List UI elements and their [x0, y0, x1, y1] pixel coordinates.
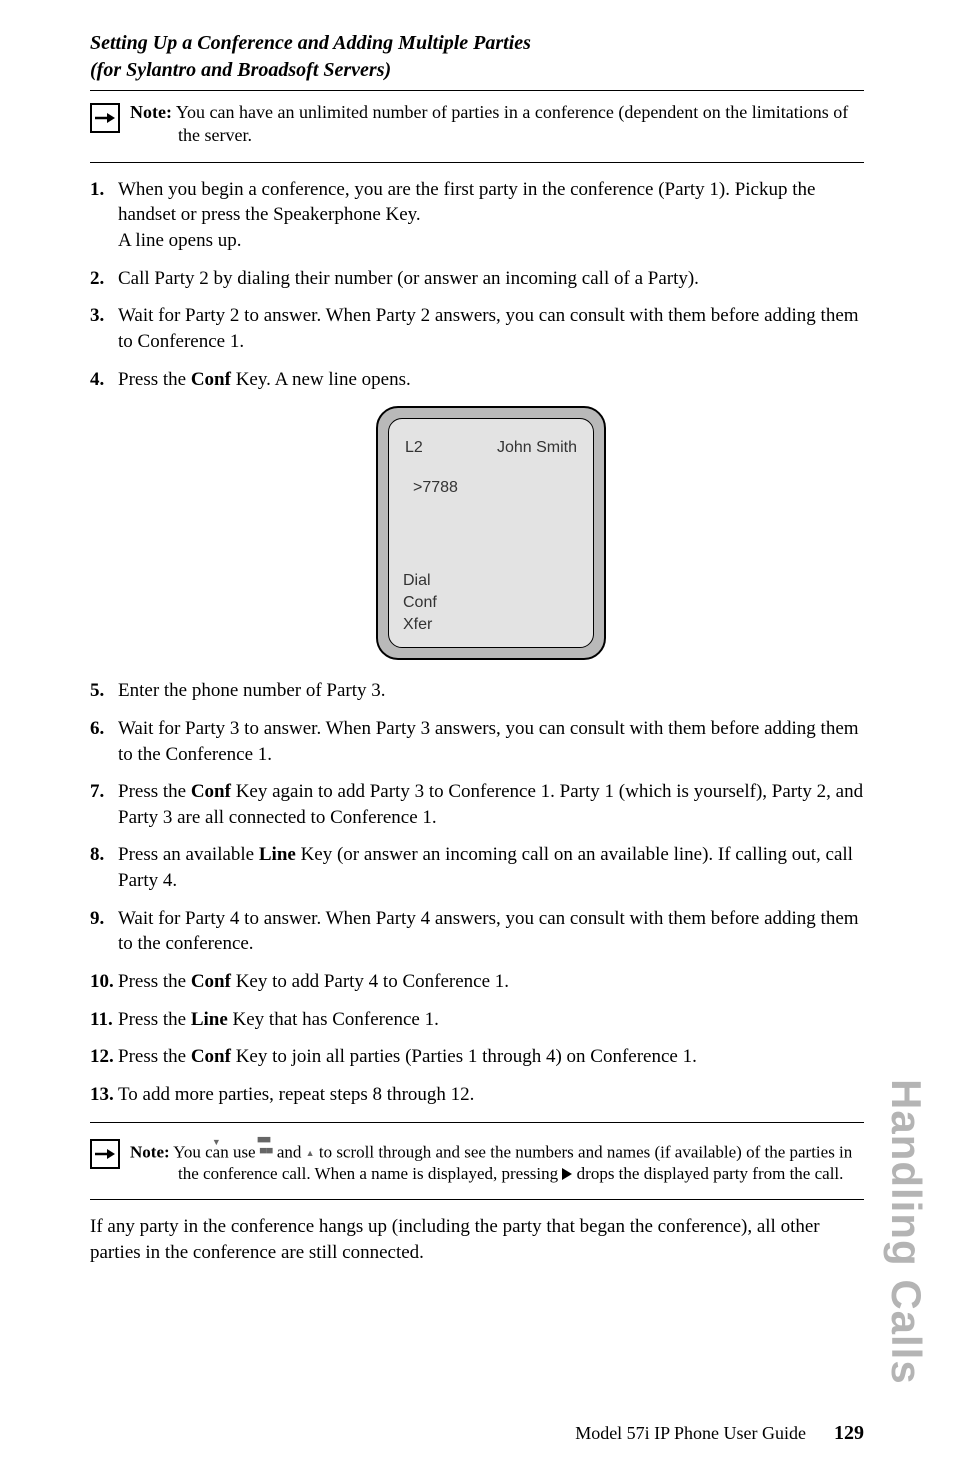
page-footer: Model 57i IP Phone User Guide 129 [575, 1422, 864, 1445]
phone-softkey-xfer: Xfer [403, 614, 437, 636]
phone-outer: L2 John Smith >7788 Dial Conf Xfer [376, 406, 606, 660]
instruction-list: When you begin a conference, you are the… [90, 177, 864, 1108]
phone-line-label: L2 [405, 437, 423, 459]
step-text: Enter the phone number of Party 3. [118, 680, 386, 701]
heading-line-1: Setting Up a Conference and Adding Multi… [90, 32, 531, 54]
step-10: Press the Conf Key to add Party 4 to Con… [90, 969, 864, 995]
phone-dialed: >7788 [403, 477, 579, 499]
step-13: To add more parties, repeat steps 8 thro… [90, 1082, 864, 1108]
step-text-extra: A line opens up. [118, 230, 242, 251]
note-text: Note: You can have an unlimited number o… [140, 101, 864, 148]
step-text-b: Key that has Conference 1. [228, 1009, 439, 1030]
step-key: Conf [191, 1046, 231, 1067]
step-text-b: Key. A new line opens. [231, 369, 411, 390]
step-key: Conf [191, 781, 231, 802]
phone-softkey-conf: Conf [403, 592, 437, 614]
step-6: Wait for Party 3 to answer. When Party 3… [90, 716, 864, 767]
note-label: Note: [130, 1142, 170, 1161]
note-text: Note: You can use ▼▀▀ and ▀▀▲ to scroll … [140, 1137, 864, 1186]
arrow-icon [90, 103, 120, 133]
step-text-a: Press the [118, 1046, 191, 1067]
note-block-top: Note: You can have an unlimited number o… [90, 101, 864, 148]
step-text-a: Press an available [118, 844, 259, 865]
step-text-a: Press the [118, 971, 191, 992]
phone-screen: L2 John Smith >7788 Dial Conf Xfer [388, 418, 594, 648]
note-label: Note: [130, 102, 172, 122]
step-text: When you begin a conference, you are the… [118, 179, 815, 226]
scroll-up-icon: ▀▀▲ [306, 1137, 315, 1160]
section-heading: Setting Up a Conference and Adding Multi… [90, 30, 864, 91]
step-key: Conf [191, 971, 231, 992]
step-9: Wait for Party 4 to answer. When Party 4… [90, 906, 864, 957]
step-text-a: Press the [118, 781, 191, 802]
heading-line-2: (for Sylantro and Broadsoft Servers) [90, 59, 391, 81]
step-text: Wait for Party 4 to answer. When Party 4… [118, 908, 859, 955]
step-1: When you begin a conference, you are the… [90, 177, 864, 254]
step-text-a: Press the [118, 1009, 191, 1030]
note-block-bottom: Note: You can use ▼▀▀ and ▀▀▲ to scroll … [90, 1137, 864, 1186]
phone-display: L2 John Smith >7788 Dial Conf Xfer [376, 406, 606, 660]
step-text: Call Party 2 by dialing their number (or… [118, 268, 699, 289]
step-2: Call Party 2 by dialing their number (or… [90, 266, 864, 292]
note-part4: drops the displayed party from the call. [572, 1164, 843, 1183]
step-text-b: Key to join all parties (Parties 1 throu… [231, 1046, 697, 1067]
step-11: Press the Line Key that has Conference 1… [90, 1007, 864, 1033]
page-number: 129 [834, 1422, 864, 1445]
footer-title: Model 57i IP Phone User Guide [575, 1423, 806, 1444]
step-key: Line [191, 1009, 228, 1030]
step-text-b: Key to add Party 4 to Conference 1. [231, 971, 509, 992]
step-text: To add more parties, repeat steps 8 thro… [118, 1084, 474, 1105]
step-text: Wait for Party 3 to answer. When Party 3… [118, 718, 859, 765]
side-tab-label: Handling Calls [882, 1079, 930, 1385]
triangle-right-icon [562, 1168, 572, 1180]
step-key: Conf [191, 369, 231, 390]
phone-caller-name: John Smith [497, 437, 577, 459]
step-text-a: Press the [118, 369, 191, 390]
step-key: Line [259, 844, 296, 865]
arrow-icon [90, 1139, 120, 1169]
step-text: Wait for Party 2 to answer. When Party 2… [118, 305, 859, 352]
step-4: Press the Conf Key. A new line opens. L2… [90, 367, 864, 661]
separator [90, 1122, 864, 1123]
phone-softkey-dial: Dial [403, 570, 437, 592]
step-5: Enter the phone number of Party 3. [90, 678, 864, 704]
step-7: Press the Conf Key again to add Party 3 … [90, 779, 864, 830]
note-part2: and [273, 1142, 306, 1161]
phone-row-top: L2 John Smith [403, 437, 579, 459]
phone-softkeys: Dial Conf Xfer [403, 570, 437, 635]
note-body: You can have an unlimited number of part… [172, 102, 848, 145]
separator [90, 1199, 864, 1200]
step-12: Press the Conf Key to join all parties (… [90, 1044, 864, 1070]
step-8: Press an available Line Key (or answer a… [90, 842, 864, 893]
step-3: Wait for Party 2 to answer. When Party 2… [90, 303, 864, 354]
separator [90, 162, 864, 163]
closing-paragraph: If any party in the conference hangs up … [90, 1214, 864, 1265]
